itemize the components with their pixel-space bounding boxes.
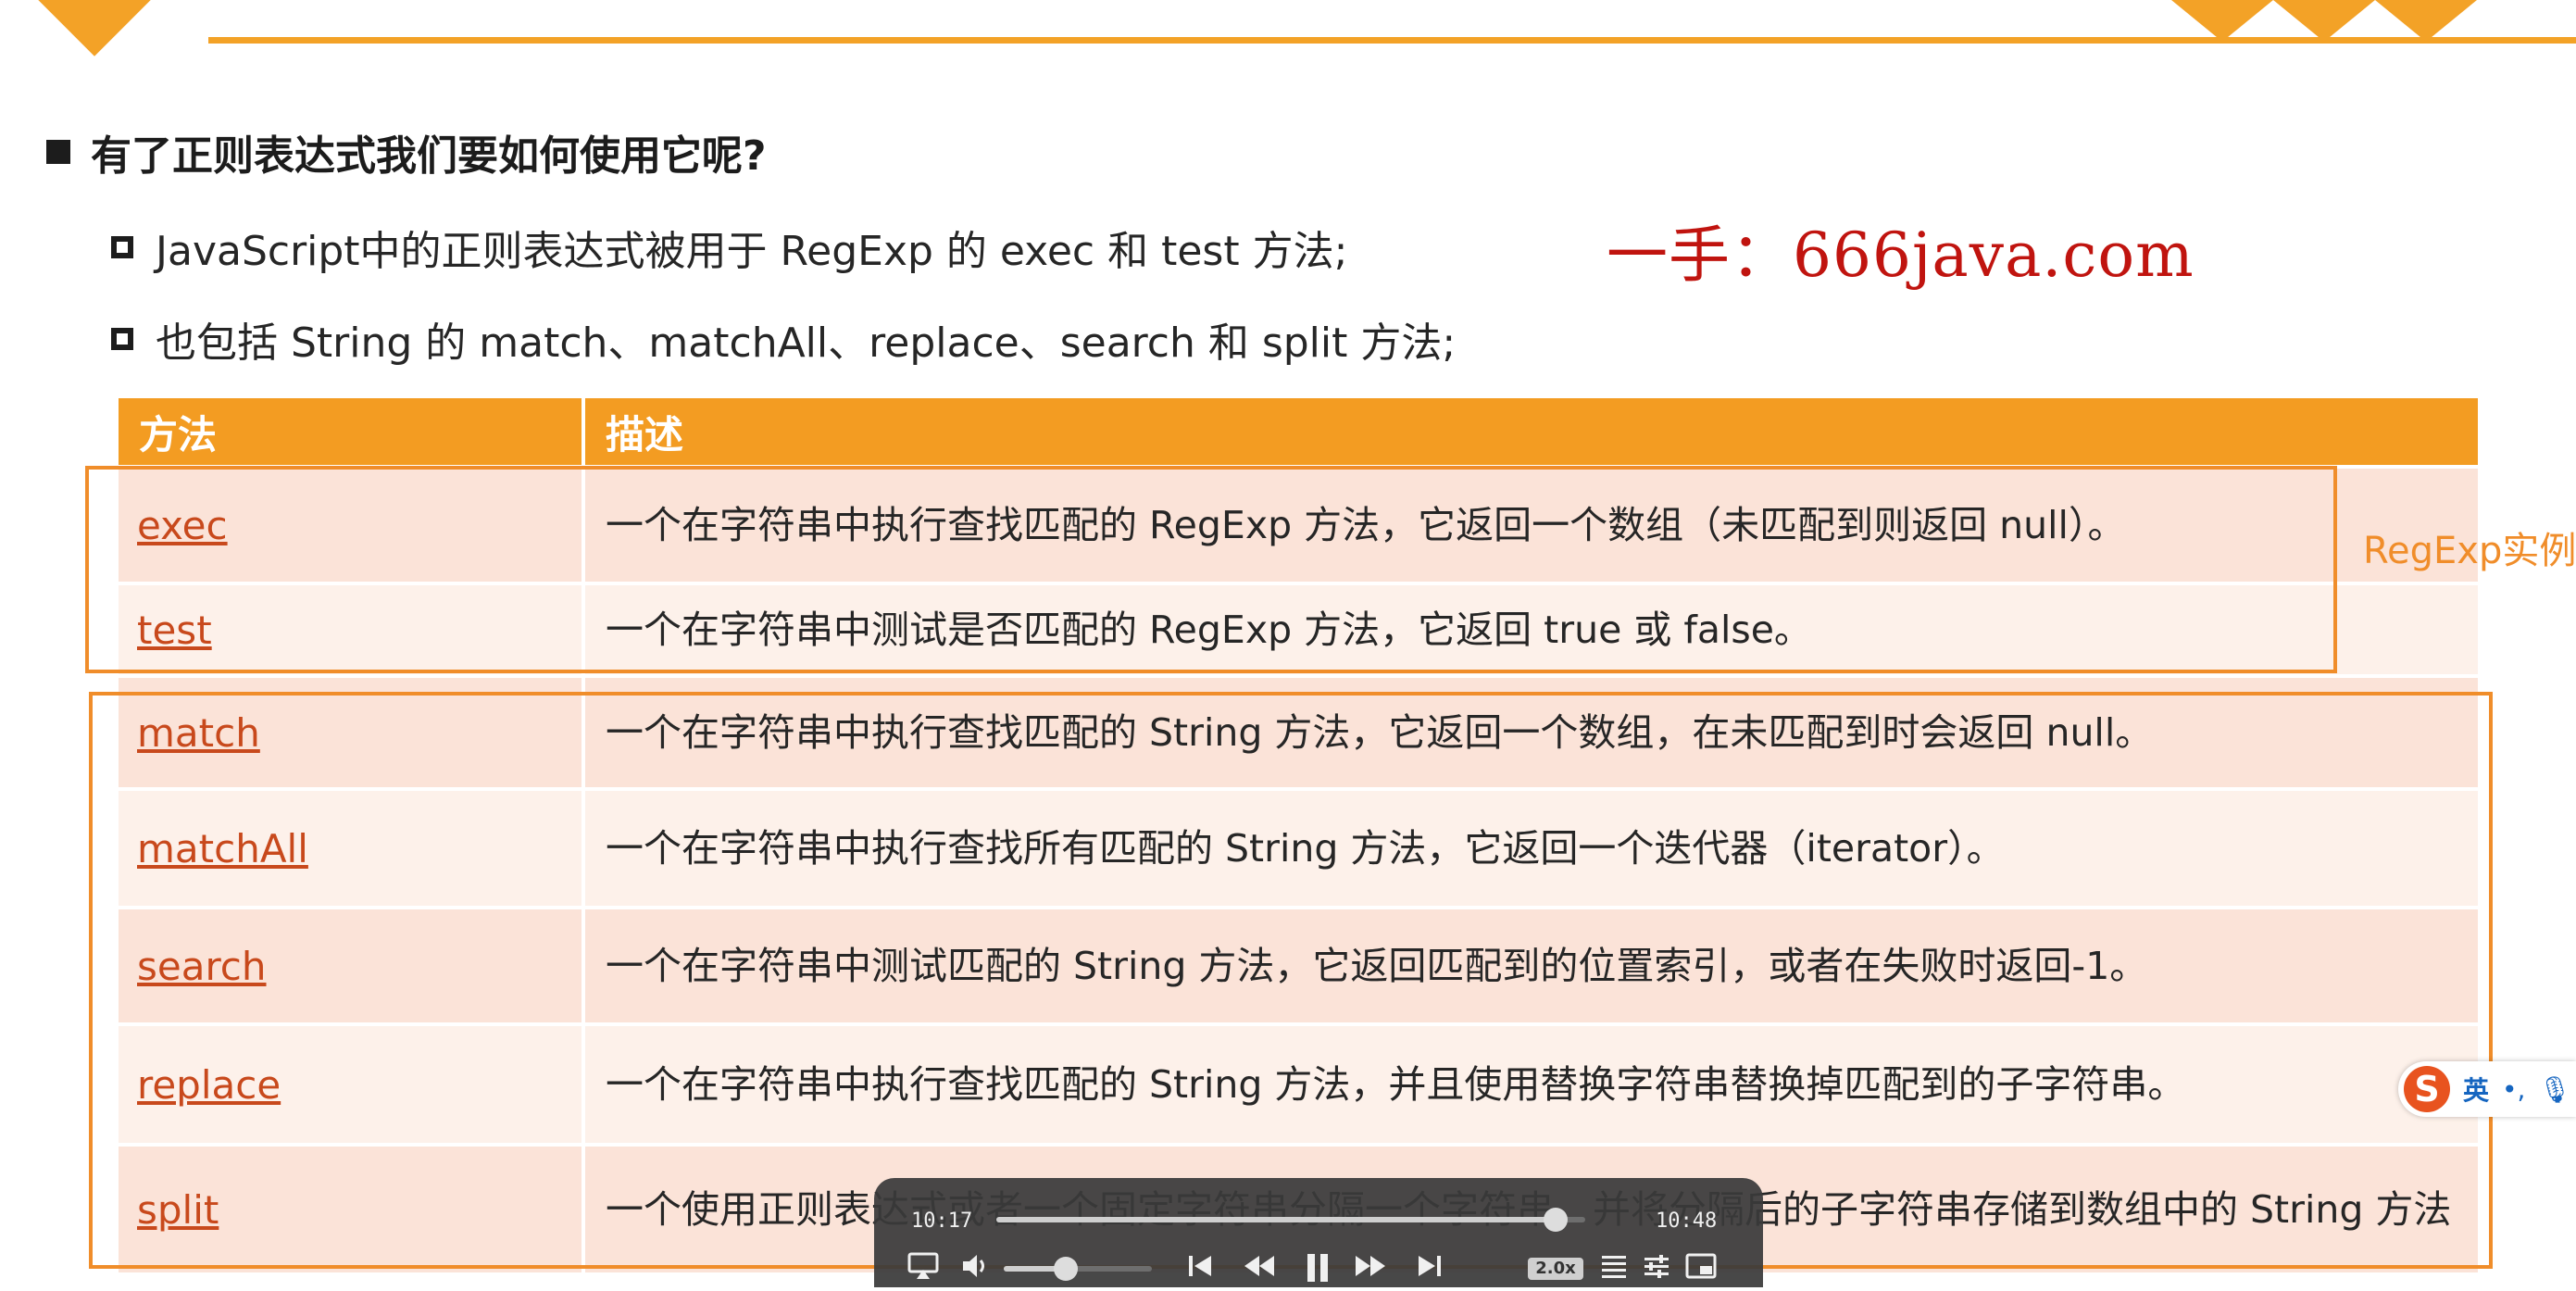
progress-bar[interactable]	[996, 1208, 1585, 1232]
watermark-text: 一手：666java.com	[1607, 219, 2195, 291]
header-description: 描述	[606, 411, 684, 457]
hollow-square-bullet-icon	[111, 328, 133, 350]
skip-next-icon[interactable]	[1413, 1252, 1444, 1287]
video-player-controls: 10:17 10:48 2.0x	[874, 1178, 1763, 1287]
player-control-row: 2.0x	[874, 1252, 1763, 1284]
microphone-icon[interactable]: 🎙	[2538, 1074, 2571, 1105]
volume-knob[interactable]	[1054, 1257, 1079, 1281]
bullet-item: 也包括 String 的 match、matchAll、replace、sear…	[111, 309, 1456, 369]
side-annotation: RegExp实例方	[2363, 530, 2576, 572]
current-time: 10:17	[911, 1210, 973, 1233]
skip-previous-icon[interactable]	[1185, 1252, 1217, 1287]
ime-toolbar[interactable]: S 英 •, 🎙	[2398, 1061, 2576, 1117]
pause-icon[interactable]	[1302, 1252, 1333, 1291]
hollow-square-bullet-icon	[111, 236, 133, 258]
picture-in-picture-icon[interactable]	[1685, 1252, 1717, 1287]
regexp-methods-highlight	[85, 466, 2337, 673]
playback-speed-button[interactable]: 2.0x	[1528, 1258, 1583, 1280]
progress-fill	[996, 1217, 1557, 1222]
table-header: 方法 描述	[119, 398, 2478, 465]
bullet-item: JavaScript中的正则表达式被用于 RegExp 的 exec 和 tes…	[111, 218, 1347, 277]
decor-triangle	[2273, 0, 2375, 42]
punctuation-icon[interactable]: •,	[2502, 1074, 2525, 1105]
decor-triangle	[2375, 0, 2477, 42]
fast-forward-icon[interactable]	[1352, 1252, 1389, 1287]
progress-knob[interactable]	[1544, 1208, 1569, 1232]
square-bullet-icon	[46, 140, 70, 164]
ime-language-toggle[interactable]: 英	[2463, 1071, 2489, 1108]
slide-heading: 有了正则表达式我们要如何使用它呢?	[46, 122, 767, 182]
settings-sliders-icon[interactable]	[1643, 1252, 1670, 1287]
volume-slider[interactable]	[1004, 1257, 1152, 1281]
airplay-icon[interactable]	[907, 1252, 939, 1287]
header-method: 方法	[119, 398, 585, 465]
logo-mark	[29, 0, 160, 56]
sogou-logo-icon[interactable]: S	[2404, 1066, 2450, 1112]
decor-triangle	[2171, 0, 2273, 42]
total-time: 10:48	[1656, 1210, 1718, 1233]
chapters-list-icon[interactable]	[1600, 1252, 1628, 1287]
volume-icon[interactable]	[961, 1252, 993, 1287]
rewind-icon[interactable]	[1241, 1252, 1278, 1287]
